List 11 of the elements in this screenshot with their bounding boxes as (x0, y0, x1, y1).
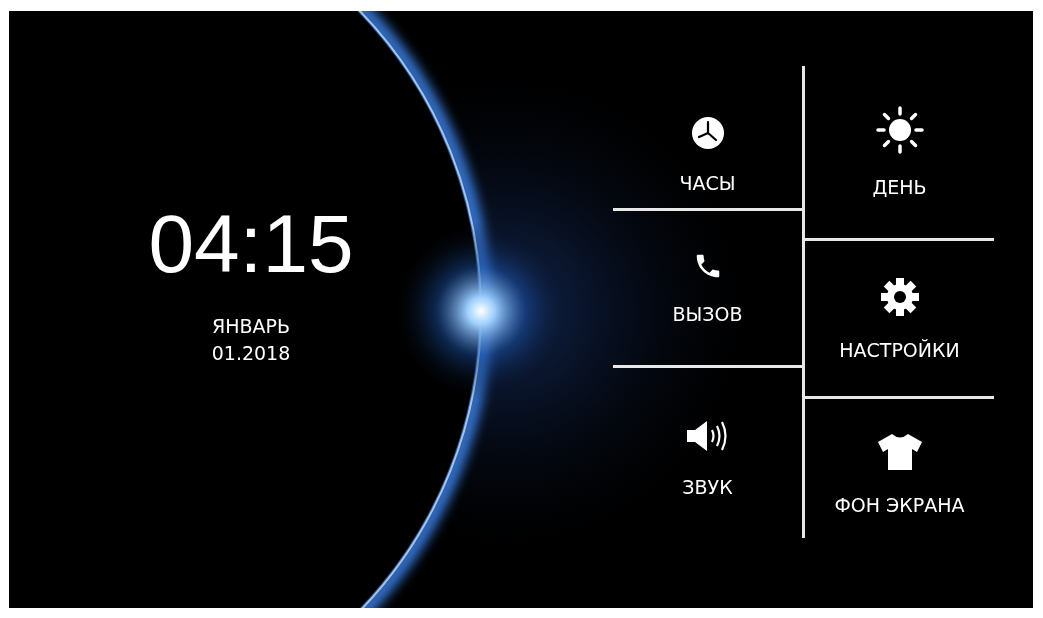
sun-icon (875, 106, 924, 154)
month-label: ЯНВАРЬ (212, 314, 290, 339)
menu-tile[interactable]: НАСТРОЙКИ (805, 241, 994, 399)
gear-icon (879, 276, 920, 317)
clock-icon (690, 115, 725, 150)
shirt-icon (876, 432, 923, 472)
date-label: 01.2018 (211, 341, 291, 366)
menu-tile[interactable]: ЗВУК (613, 368, 802, 548)
clock-time: 04:15 (148, 203, 354, 285)
menu-tile[interactable]: ФОН ЭКРАНА (805, 399, 994, 549)
menu-tile[interactable]: ДЕНЬ (805, 66, 994, 241)
